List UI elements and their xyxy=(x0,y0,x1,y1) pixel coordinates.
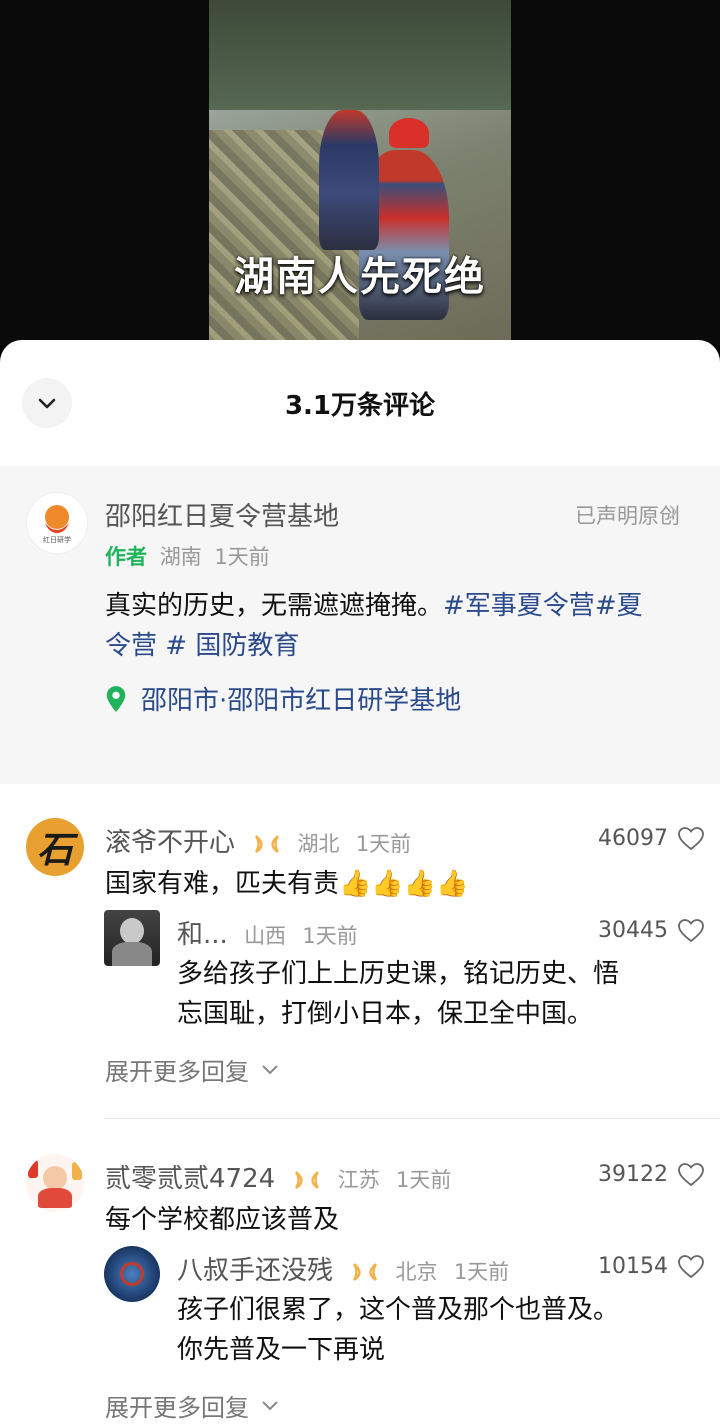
commenter-avatar[interactable]: 石 xyxy=(26,818,84,876)
reply-name-text: 和... xyxy=(177,920,228,950)
reply-name[interactable]: 八叔手还没残 北京 1天前 xyxy=(177,1250,509,1287)
comment-sheet: 3.1万条评论 红日研学 邵阳红日夏令营基地 已声明原创 作者 湖南 1天前 真… xyxy=(0,340,720,1426)
author-time: 1天前 xyxy=(214,545,270,569)
comment-item: 贰零贰贰4724 江苏 1天前 39122 每个学校都应该普及 八叔手还没残 北… xyxy=(0,1120,720,1426)
author-name[interactable]: 邵阳红日夏令营基地 xyxy=(105,496,339,533)
commenter-name-text: 滚爷不开心 xyxy=(105,828,236,858)
location-link[interactable]: 邵阳市·邵阳市红日研学基地 xyxy=(105,680,461,717)
video-caption: 湖南人先死绝 xyxy=(234,254,486,300)
chevron-down-icon xyxy=(262,1064,278,1074)
reply-avatar[interactable] xyxy=(104,1246,160,1302)
video-player[interactable]: 湖南人先死绝 xyxy=(0,0,720,345)
reply-avatar-body xyxy=(112,942,152,966)
thumbs-up-emoji: 👍👍👍👍 xyxy=(339,869,469,899)
comment-divider xyxy=(104,1118,720,1119)
fan-badge-icon xyxy=(353,1262,378,1281)
author-post: 红日研学 邵阳红日夏令营基地 已声明原创 作者 湖南 1天前 真实的历史，无需遮… xyxy=(0,466,720,784)
hashtag-military[interactable]: #军事夏令营 xyxy=(443,591,595,621)
commenter-name[interactable]: 贰零贰贰4724 江苏 1天前 xyxy=(105,1158,451,1195)
heart-outline-icon xyxy=(678,826,704,850)
video-child-figure xyxy=(389,118,429,148)
reply-text-line: 你先普及一下再说 xyxy=(177,1335,386,1365)
hashtag-summer-camp-b: 令营 xyxy=(105,631,158,661)
commenter-avatar-text: 石 xyxy=(36,830,73,871)
comment-text: 国家有难，匹夫有责👍👍👍👍 xyxy=(105,864,469,904)
reply-time: 1天前 xyxy=(453,1260,510,1284)
commenter-name-text: 贰零贰贰4724 xyxy=(105,1164,276,1194)
reply-text-line: 忘国耻，打倒小日本，保卫全中国。 xyxy=(177,999,594,1029)
reply-time: 1天前 xyxy=(302,924,358,948)
reply-name-text: 八叔手还没残 xyxy=(177,1256,334,1286)
reply-text: 孩子们很累了，这个普及那个也普及。 你先普及一下再说 xyxy=(177,1290,619,1370)
heart-outline-icon xyxy=(678,918,704,942)
commenter-avatar[interactable] xyxy=(26,1154,84,1212)
reply-region: 山西 xyxy=(244,924,287,948)
author-avatar[interactable]: 红日研学 xyxy=(26,492,88,554)
author-avatar-text: 红日研学 xyxy=(43,536,71,544)
reply-avatar[interactable] xyxy=(104,910,160,966)
commenter-region: 湖北 xyxy=(297,832,340,856)
reply-avatar-face xyxy=(120,918,144,944)
reply-like-count: 30445 xyxy=(598,918,668,943)
video-frame[interactable]: 湖南人先死绝 xyxy=(209,0,511,345)
author-tag: 作者 xyxy=(105,545,147,569)
expand-replies-button[interactable]: 展开更多回复 xyxy=(105,1388,279,1423)
reply-avatar-emblem xyxy=(120,1262,144,1286)
heart-outline-icon xyxy=(678,1254,704,1278)
comment-count-title: 3.1万条评论 xyxy=(284,391,436,421)
fan-badge-icon xyxy=(295,1170,320,1189)
commenter-time: 1天前 xyxy=(395,1168,452,1192)
location-pin-icon xyxy=(106,685,126,712)
fan-badge-icon xyxy=(255,834,280,853)
expand-replies-label: 展开更多回复 xyxy=(105,1058,249,1086)
original-declare-link[interactable]: 已声明原创 xyxy=(575,500,680,530)
post-text-body: 真实的历史，无需遮遮掩掩。 xyxy=(105,591,444,621)
post-text: 真实的历史，无需遮遮掩掩。#军事夏令营#夏令营 # 国防教育 xyxy=(105,586,705,666)
commenter-name[interactable]: 滚爷不开心 湖北 1天前 xyxy=(105,822,411,859)
reply-text-line: 孩子们很累了，这个普及那个也普及。 xyxy=(177,1295,620,1325)
chevron-down-icon xyxy=(262,1400,278,1410)
reply-like-count: 10154 xyxy=(598,1254,668,1279)
commenter-region: 江苏 xyxy=(337,1168,380,1192)
reply-like-button[interactable]: 10154 xyxy=(598,1254,704,1279)
author-meta: 作者 湖南 1天前 xyxy=(105,541,270,571)
like-button[interactable]: 39122 xyxy=(598,1162,704,1187)
expand-replies-label: 展开更多回复 xyxy=(105,1394,249,1422)
original-declare-label: 已声明原创 xyxy=(575,504,680,528)
video-child-figure xyxy=(319,110,379,250)
comment-text: 每个学校都应该普及 xyxy=(105,1205,340,1235)
reply-text: 多给孩子们上上历史课，铭记历史、悟 忘国耻，打倒小日本，保卫全中国。 xyxy=(177,954,619,1034)
like-count: 39122 xyxy=(598,1162,668,1187)
sheet-header: 3.1万条评论 xyxy=(0,340,720,468)
commenter-avatar-deco xyxy=(28,1160,38,1178)
hashtag-summer-camp-a: #夏 xyxy=(594,591,643,621)
comment-text-body: 国家有难，匹夫有责 xyxy=(105,869,340,899)
commenter-avatar-deco xyxy=(72,1162,82,1180)
like-count: 46097 xyxy=(598,826,668,851)
location-text: 邵阳市·邵阳市红日研学基地 xyxy=(141,686,462,716)
comment-item: 石 滚爷不开心 湖北 1天前 46097 国家有难，匹夫有责👍👍👍👍 和... … xyxy=(0,784,720,1124)
hashtag-defense[interactable]: # 国防教育 xyxy=(165,631,299,661)
expand-replies-button[interactable]: 展开更多回复 xyxy=(105,1052,279,1087)
chevron-right-icon xyxy=(669,505,678,519)
reply-name[interactable]: 和... 山西 1天前 xyxy=(177,914,358,951)
commenter-avatar-body xyxy=(38,1188,72,1208)
heart-outline-icon xyxy=(678,1162,704,1186)
reply-text-line: 多给孩子们上上历史课，铭记历史、悟 xyxy=(177,959,620,989)
reply-region: 北京 xyxy=(395,1260,438,1284)
like-button[interactable]: 46097 xyxy=(598,826,704,851)
commenter-time: 1天前 xyxy=(355,832,412,856)
author-region: 湖南 xyxy=(159,545,202,569)
commenter-avatar-face xyxy=(43,1166,67,1190)
reply-like-button[interactable]: 30445 xyxy=(598,918,704,943)
